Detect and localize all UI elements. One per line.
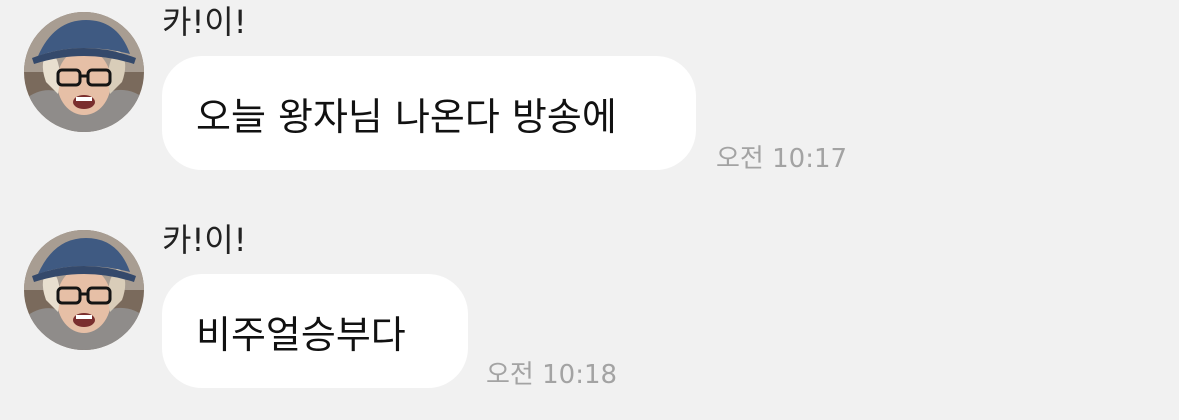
avatar[interactable] [24, 230, 144, 350]
chat-message: 카!이! 비주얼승부다 오전 10:18 [0, 218, 1179, 408]
message-bubble[interactable]: 비주얼승부다 [162, 274, 468, 388]
profile-photo-icon [24, 12, 144, 132]
message-text: 비주얼승부다 [196, 312, 406, 357]
message-text: 오늘 왕자님 나온다 방송에 [196, 94, 617, 139]
sender-name: 카!이! [162, 221, 247, 259]
sender-name: 카!이! [162, 3, 247, 41]
message-bubble[interactable]: 오늘 왕자님 나온다 방송에 [162, 56, 696, 170]
profile-photo-icon [24, 230, 144, 350]
message-timestamp: 오전 10:17 [716, 144, 848, 174]
message-timestamp: 오전 10:18 [486, 360, 618, 390]
avatar[interactable] [24, 12, 144, 132]
chat-message: 카!이! 오늘 왕자님 나온다 방송에 오전 10:17 [0, 0, 1179, 190]
